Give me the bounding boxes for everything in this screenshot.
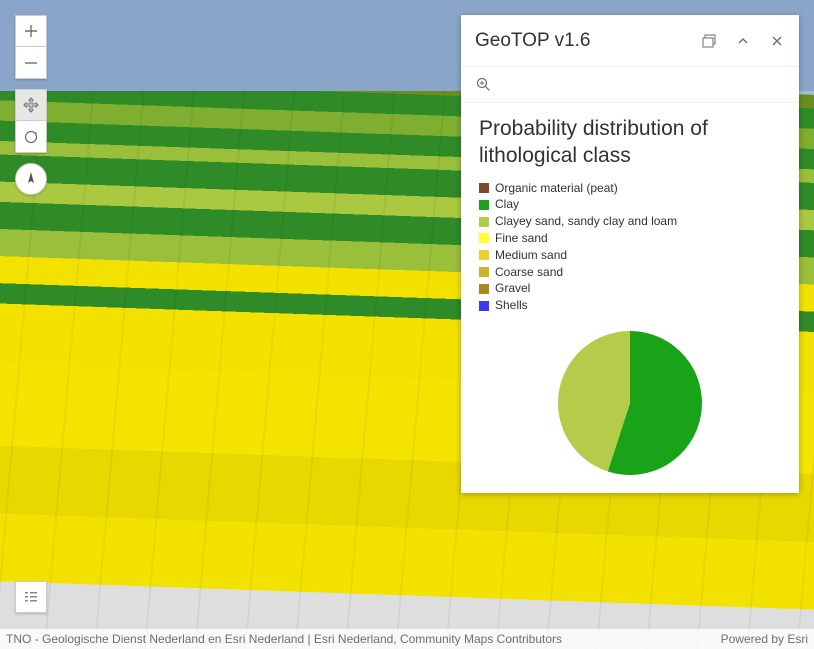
legend-swatch xyxy=(479,200,489,210)
legend-toggle-button[interactable] xyxy=(15,581,47,613)
pan-button[interactable] xyxy=(15,89,47,121)
legend-label: Clay xyxy=(495,196,519,213)
legend-row: Coarse sand xyxy=(479,264,781,281)
legend-swatch xyxy=(479,183,489,193)
chart-title: Probability distribution of lithological… xyxy=(479,115,781,170)
nav-toolbar xyxy=(15,15,47,203)
popup-panel: GeoTOP v1.6 Probability distribution of … xyxy=(461,15,799,493)
legend-row: Medium sand xyxy=(479,247,781,264)
panel-header: GeoTOP v1.6 xyxy=(461,15,799,67)
legend-swatch xyxy=(479,267,489,277)
legend-row: Gravel xyxy=(479,280,781,297)
legend-swatch xyxy=(479,250,489,260)
rotate-button[interactable] xyxy=(15,121,47,153)
legend-swatch xyxy=(479,301,489,311)
panel-toolbar xyxy=(461,67,799,103)
map-3d-view[interactable]: GeoTOP v1.6 Probability distribution of … xyxy=(0,0,814,649)
attribution-bar: TNO - Geologische Dienst Nederland en Es… xyxy=(0,629,814,649)
legend-label: Organic material (peat) xyxy=(495,180,618,197)
legend-swatch xyxy=(479,284,489,294)
legend-label: Gravel xyxy=(495,280,530,297)
legend-swatch xyxy=(479,217,489,227)
zoom-to-icon[interactable] xyxy=(475,77,491,93)
zoom-stack xyxy=(15,15,47,79)
legend-swatch xyxy=(479,233,489,243)
compass-button[interactable] xyxy=(15,163,47,195)
chart-legend: Organic material (peat)ClayClayey sand, … xyxy=(479,180,781,314)
attribution-left: TNO - Geologische Dienst Nederland en Es… xyxy=(6,632,562,646)
legend-label: Clayey sand, sandy clay and loam xyxy=(495,213,677,230)
legend-row: Fine sand xyxy=(479,230,781,247)
collapse-icon[interactable] xyxy=(735,33,751,49)
legend-label: Shells xyxy=(495,297,528,314)
panel-title: GeoTOP v1.6 xyxy=(475,30,701,52)
close-icon[interactable] xyxy=(769,33,785,49)
panel-body[interactable]: Probability distribution of lithological… xyxy=(461,103,799,493)
pie-chart xyxy=(479,328,781,478)
legend-row: Shells xyxy=(479,297,781,314)
legend-row: Clayey sand, sandy clay and loam xyxy=(479,213,781,230)
view-stack xyxy=(15,89,47,153)
panel-actions xyxy=(701,33,785,49)
dock-icon[interactable] xyxy=(701,33,717,49)
legend-label: Medium sand xyxy=(495,247,567,264)
legend-row: Clay xyxy=(479,196,781,213)
legend-label: Coarse sand xyxy=(495,264,563,281)
zoom-in-button[interactable] xyxy=(15,15,47,47)
legend-label: Fine sand xyxy=(495,230,548,247)
attribution-right[interactable]: Powered by Esri xyxy=(721,632,808,646)
zoom-out-button[interactable] xyxy=(15,47,47,79)
legend-row: Organic material (peat) xyxy=(479,180,781,197)
